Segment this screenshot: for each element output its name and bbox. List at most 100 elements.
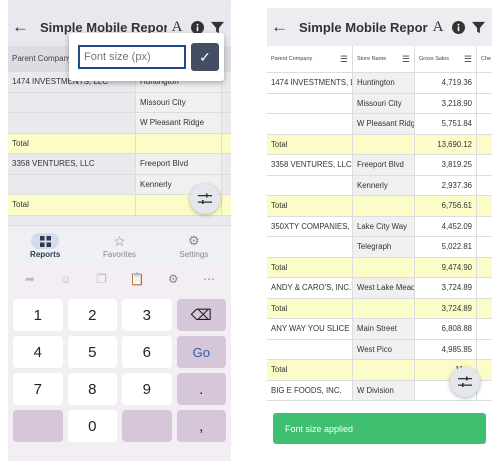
app-bar: ← Simple Mobile Report AC... A (267, 8, 492, 46)
column-menu-icon[interactable]: ☰ (464, 54, 472, 65)
column-menu-icon[interactable]: ☰ (402, 54, 410, 65)
cell-checks (477, 278, 492, 299)
key-2[interactable]: 2 (67, 299, 117, 331)
key-7[interactable]: 7 (13, 373, 63, 405)
cell-gross-sales: 6,808.88 (415, 319, 477, 340)
confirm-button[interactable]: ✓ (191, 43, 219, 71)
sliders-icon (458, 376, 472, 387)
cell-checks (477, 237, 492, 258)
cell-store-name: Missouri City (136, 92, 222, 113)
info-icon[interactable] (448, 20, 468, 34)
key-3[interactable]: 3 (122, 299, 172, 331)
numeric-keyboard: ➦ ☺ ❐ 📋 ⚙ ⋯ 1 2 3 ⌫ 4 5 6 Go 7 8 9. 0, (8, 265, 231, 461)
key-1[interactable]: 1 (13, 299, 63, 331)
column-header-parent-company[interactable]: Parent Company ☰ (267, 46, 353, 73)
cell-checks (477, 114, 492, 135)
info-icon[interactable] (187, 20, 207, 34)
nav-label-settings: Settings (179, 250, 209, 259)
cell-gross-sales: 2,937.36 (415, 175, 477, 196)
column-header-gross-sales[interactable]: Gross Sales ☰ (415, 46, 477, 73)
cell-parent-company (267, 114, 353, 135)
cell-gross-sales: 3,724.89 (415, 278, 477, 299)
gear-icon: ⚙ (187, 233, 200, 248)
cell-checks (477, 299, 492, 319)
check-icon: ✓ (199, 48, 211, 65)
cell-checks (477, 319, 492, 340)
sliders-icon (198, 193, 212, 204)
column-header-store-name[interactable]: Store Name ☰ (353, 46, 415, 73)
settings-fab-button[interactable] (450, 367, 480, 397)
cell-gross-sales: 3,724.89 (415, 298, 477, 319)
backspace-key[interactable]: ⌫ (176, 299, 226, 331)
back-arrow-icon[interactable]: ← (271, 17, 293, 37)
cell-store-name (353, 134, 415, 155)
cell-gross-sales (222, 113, 231, 134)
cell-parent-company: Total (267, 360, 353, 381)
filter-icon[interactable] (468, 21, 488, 34)
cell-parent-company: BIG E FOODS, INC. (267, 380, 353, 401)
blank-key[interactable] (122, 410, 172, 442)
table-row: West Pico 4,985.85 (267, 339, 492, 360)
table-row: Kennerly 2,937.36 (267, 175, 492, 196)
table-row: W Pleasant Ridge 5,751.84 (267, 114, 492, 135)
nav-item-reports[interactable]: Reports (8, 226, 82, 265)
cell-gross-sales: 5,751.84 (415, 114, 477, 135)
cell-gross-sales (222, 175, 231, 195)
column-header-checks[interactable]: Che (477, 46, 492, 73)
cell-parent-company (8, 92, 136, 113)
cell-checks (477, 196, 492, 217)
right-phone-screen: ← Simple Mobile Report AC... A Parent Co… (267, 0, 492, 461)
key-9[interactable]: 9 (122, 373, 172, 405)
cell-parent-company: ANY WAY YOU SLICE IT, LLC (267, 319, 353, 340)
cell-store-name: Telegraph (353, 237, 415, 258)
key-8[interactable]: 8 (67, 373, 117, 405)
cell-store-name (353, 360, 415, 381)
back-arrow-icon[interactable]: ← (12, 17, 34, 37)
table-row: ANDY & CARO'S, INC. West Lake Mead 3,724.8… (267, 278, 492, 299)
font-size-input[interactable] (78, 45, 186, 69)
cell-checks (477, 73, 492, 94)
cell-parent-company: 3358 VENTURES, LLC (8, 154, 136, 175)
toast-notification: Font size applied (273, 413, 486, 444)
cell-store-name: Lake City Way (353, 216, 415, 237)
table-row: 3358 VENTURES, LLC Freeport Blvd 3,819.25 (267, 155, 492, 176)
keyboard-settings-icon[interactable]: ⚙ (163, 269, 183, 289)
arrow-icon[interactable]: ➦ (20, 269, 40, 289)
total-row: Total 9,474.90 (267, 257, 492, 278)
sticker-icon[interactable]: ❐ (92, 269, 112, 289)
column-menu-icon[interactable]: ☰ (340, 54, 348, 65)
clipboard-icon[interactable]: 📋 (127, 269, 147, 289)
emoji-icon[interactable]: ☺ (56, 269, 76, 289)
nav-item-favorites[interactable]: ☆ Favorites (82, 226, 156, 265)
cell-store-name (136, 133, 222, 154)
cell-store-name: Freeport Blvd (353, 155, 415, 176)
table-row: 350XTY COMPANIES, LLCLake City Way4,452.… (267, 216, 492, 237)
cell-store-name: Main Street (353, 319, 415, 340)
star-icon: ☆ (113, 232, 126, 249)
cell-parent-company (267, 237, 353, 258)
filter-icon[interactable] (207, 21, 227, 34)
cell-store-name: West Lake Mead (353, 278, 415, 299)
comma-key[interactable]: , (176, 410, 226, 442)
key-4[interactable]: 4 (13, 336, 63, 368)
nav-item-settings[interactable]: ⚙ Settings (157, 226, 231, 265)
settings-fab-button[interactable] (190, 184, 220, 214)
table-row: ANY WAY YOU SLICE IT, LLCMain Street6,80… (267, 319, 492, 340)
more-icon[interactable]: ⋯ (199, 269, 219, 289)
period-key[interactable]: . (176, 373, 226, 405)
cell-parent-company: Total (8, 195, 136, 216)
app-title: Simple Mobile Report AC... (299, 19, 428, 35)
font-size-icon[interactable]: A (428, 19, 448, 36)
bottom-navigation: Reports ☆ Favorites ⚙ Settings (8, 225, 231, 265)
blank-key[interactable] (13, 410, 63, 442)
go-key[interactable]: Go (176, 336, 226, 368)
cell-store-name: W Division (353, 380, 415, 401)
table-header-row: Parent Company ☰ Store Name ☰ Gross Sale… (267, 46, 492, 73)
total-row: Total (8, 133, 231, 154)
cell-parent-company (8, 174, 136, 195)
key-6[interactable]: 6 (122, 336, 172, 368)
key-5[interactable]: 5 (67, 336, 117, 368)
nav-label-reports: Reports (30, 250, 61, 259)
key-0[interactable]: 0 (67, 410, 117, 442)
table-row: Missouri City (8, 92, 231, 113)
